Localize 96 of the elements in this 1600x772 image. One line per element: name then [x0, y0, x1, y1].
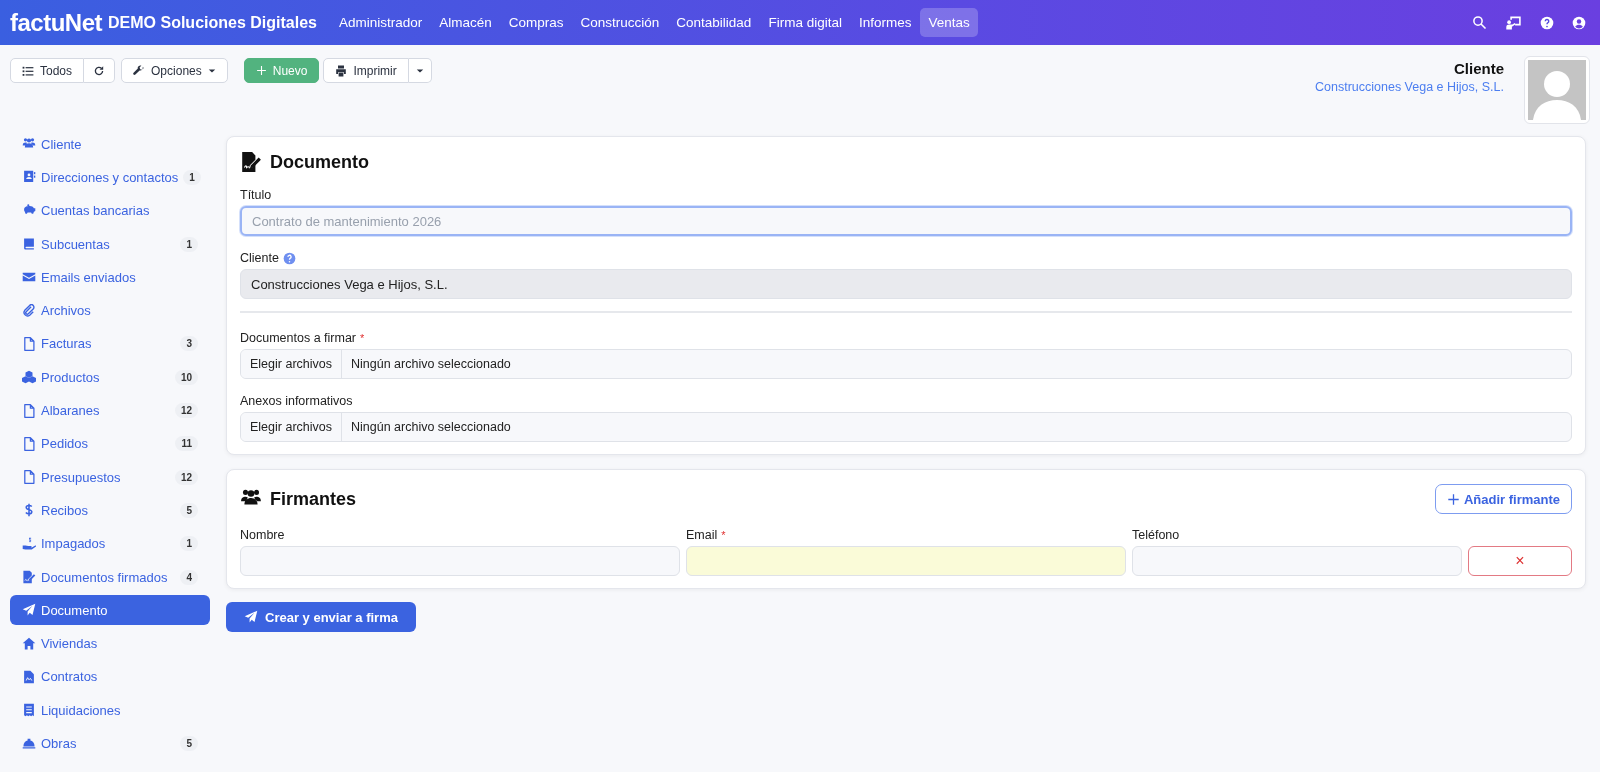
file-input[interactable]: Elegir archivos Ningún archivo seleccionado — [240, 412, 1572, 442]
nav-menu-item[interactable]: Informes — [850, 8, 920, 37]
sidebar-item[interactable]: Documento — [10, 595, 210, 626]
count-badge: 12 — [174, 403, 198, 418]
page-title: Cliente — [1453, 60, 1504, 77]
nav-menu-item[interactable]: Firma digital — [760, 8, 850, 37]
count-badge: 1 — [180, 536, 198, 552]
house-icon — [22, 636, 36, 651]
field-label: Documentos a firmar — [240, 331, 356, 345]
signer-input[interactable] — [1132, 546, 1462, 576]
logo-text[interactable]: factuNet — [10, 8, 102, 37]
help-icon — [282, 251, 296, 265]
file-icon — [22, 403, 36, 418]
title-input[interactable]: Contrato de mantenimiento 2026 — [240, 206, 1572, 236]
sidebar-item[interactable]: Cliente — [10, 129, 210, 160]
paperclip-icon — [22, 303, 36, 318]
sidebar-item[interactable]: Impagados 1 — [10, 528, 210, 559]
nav-menu-item[interactable]: Compras — [500, 8, 572, 37]
refresh-icon — [93, 64, 106, 77]
client-link[interactable]: Construcciones Vega e Hijos, S.L. — [1315, 80, 1504, 94]
file-icon — [22, 470, 36, 485]
count-badge: 3 — [180, 336, 198, 352]
sidebar-item[interactable]: Productos 10 — [10, 362, 210, 393]
print-button[interactable]: Imprimir — [323, 58, 409, 83]
column-label: Email — [686, 528, 718, 542]
caret-icon — [415, 66, 424, 75]
receipt-icon — [22, 703, 36, 718]
hand-coin-icon — [22, 536, 36, 551]
count-badge: 4 — [180, 569, 198, 585]
print-dropdown-button[interactable] — [408, 58, 432, 83]
submit-button[interactable]: Crear y enviar a firma — [226, 602, 416, 632]
count-badge: 11 — [175, 436, 198, 452]
required-mark: * — [721, 529, 726, 541]
company-name: DEMO Soluciones Digitales — [108, 13, 317, 32]
sidebar-item[interactable]: Direcciones y contactos 1 — [10, 162, 210, 193]
nav-menu-item[interactable]: Construcción — [572, 8, 668, 37]
required-mark: * — [360, 332, 365, 344]
count-badge: 5 — [180, 736, 198, 751]
options-button[interactable]: Opciones — [121, 58, 228, 83]
nav-menu-item[interactable]: Administrador — [330, 8, 431, 37]
book-icon — [22, 237, 36, 252]
column-label: Nombre — [240, 528, 285, 542]
remove-signer-button[interactable]: × — [1468, 546, 1572, 576]
field-label: Título — [240, 188, 272, 202]
file-input[interactable]: Elegir archivos Ningún archivo seleccionado — [240, 349, 1572, 379]
file-icon — [22, 436, 36, 451]
card-title: Documento — [270, 151, 369, 173]
caret-icon — [207, 66, 216, 75]
signed-document-icon — [22, 570, 36, 584]
list-all-button[interactable]: Todos — [10, 58, 85, 83]
plus-icon — [1446, 492, 1460, 506]
sidebar-item[interactable]: Pedidos 11 — [10, 428, 210, 459]
count-badge: 10 — [174, 369, 198, 385]
sidebar-item[interactable]: Presupuestos 12 — [10, 461, 210, 493]
nav-menu-item[interactable]: Ventas — [920, 8, 978, 37]
count-badge: 12 — [174, 469, 198, 485]
sidebar-item[interactable]: Subcuentas 1 — [10, 228, 210, 260]
user-account-icon — [1572, 15, 1586, 30]
sidebar-item[interactable]: Viviendas — [10, 628, 210, 659]
search-icon — [1472, 15, 1487, 30]
contract-icon — [22, 669, 36, 684]
file-icon — [22, 336, 36, 351]
nav-menu-item[interactable]: Contabilidad — [668, 8, 760, 37]
signed-document-icon — [240, 151, 262, 173]
column-label: Teléfono — [1132, 528, 1180, 542]
sidebar-item[interactable]: Documentos firmados 4 — [10, 561, 210, 593]
printer-icon — [335, 64, 348, 77]
help-icon — [1540, 15, 1554, 30]
signer-input[interactable] — [686, 546, 1126, 576]
add-signer-button[interactable]: Añadir firmante — [1434, 484, 1572, 514]
sidebar-item[interactable]: Archivos — [10, 295, 210, 326]
contact-card-icon — [22, 170, 36, 185]
sidebar-item[interactable]: Albaranes 12 — [10, 395, 210, 426]
paper-plane-icon — [244, 610, 258, 624]
list-icon — [22, 64, 34, 77]
refresh-button[interactable] — [84, 58, 116, 83]
paper-plane-icon — [22, 603, 36, 618]
sidebar-item[interactable]: Facturas 3 — [10, 328, 210, 360]
signer-input[interactable] — [240, 546, 680, 576]
count-badge: 5 — [180, 502, 198, 518]
sidebar-item[interactable]: Cuentas bancarias — [10, 195, 210, 226]
sidebar-item[interactable]: Contratos — [10, 661, 210, 693]
sidebar-item[interactable]: Emails enviados — [10, 262, 210, 293]
field-label: Anexos informativos — [240, 394, 353, 408]
plus-icon — [255, 65, 267, 76]
field-label: Cliente — [240, 251, 279, 265]
count-badge: 1 — [183, 169, 201, 185]
cubes-icon — [22, 370, 36, 385]
presentation-icon — [1505, 14, 1522, 31]
sidebar-item[interactable]: Recibos 5 — [10, 495, 210, 526]
count-badge: 1 — [180, 236, 198, 252]
nav-menu-item[interactable]: Almacén — [431, 8, 500, 37]
sidebar-item[interactable]: Liquidaciones — [10, 695, 210, 726]
sidebar-item[interactable]: Obras 5 — [10, 728, 210, 759]
card-title: Firmantes — [270, 488, 357, 510]
dollar-icon — [22, 503, 36, 518]
